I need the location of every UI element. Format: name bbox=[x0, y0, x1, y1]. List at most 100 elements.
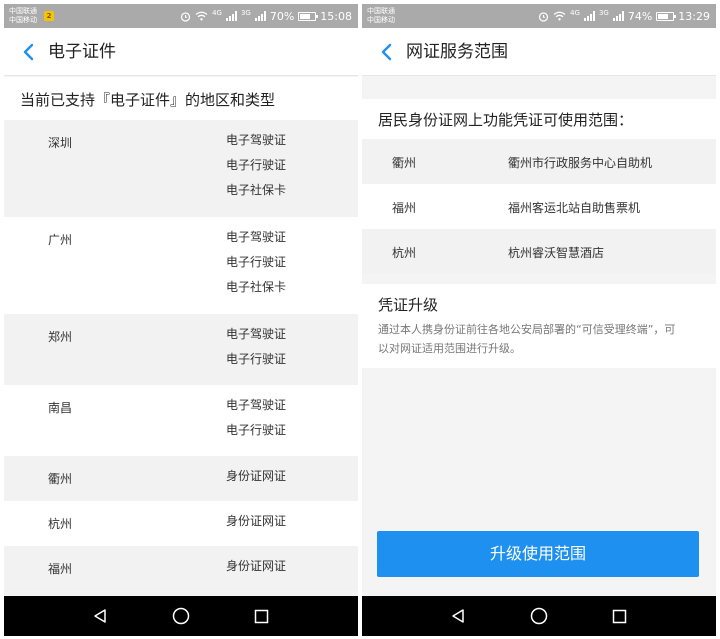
region-types: 身份证网证 bbox=[226, 560, 286, 585]
nav-home-button[interactable] bbox=[527, 604, 551, 628]
alarm-icon bbox=[180, 11, 191, 22]
page-title: 电子证件 bbox=[48, 42, 116, 62]
region-types: 电子驾驶证电子行驶证电子社保卡 bbox=[226, 134, 286, 209]
region-row: 广州 电子驾驶证 电子行驶证 电子社保卡 bbox=[4, 217, 358, 314]
triangle-back-icon bbox=[452, 609, 465, 623]
nav-recent-button[interactable] bbox=[250, 604, 274, 628]
region-list: 深圳 电子驾驶证 电子行驶证 电子社保卡 广州 电子驾驶证 电子行驶证 电子社保卡 郑州 电子驾驶… bbox=[4, 120, 358, 591]
scope-city: 福州 bbox=[392, 201, 417, 215]
signal-icon bbox=[254, 11, 266, 21]
document-type: 电子行驶证 bbox=[226, 352, 287, 366]
carrier-2: 中国移动 bbox=[367, 16, 395, 24]
section-header: 当前已支持『电子证件』的地区和类型 bbox=[4, 77, 358, 120]
scope-list: 衢州 衢州市行政服务中心自助机福州 福州客运北站自助售票机杭州 杭州睿沃智慧酒店 bbox=[362, 139, 716, 274]
back-button[interactable] bbox=[374, 40, 398, 64]
divider bbox=[362, 77, 716, 99]
nav-recent-button[interactable] bbox=[608, 604, 632, 628]
upgrade-description: 通过本人携身份证前往各地公安局部署的“可信受理终端”，可以对网证适用范围进行升级… bbox=[378, 323, 676, 355]
triangle-back-icon bbox=[94, 609, 107, 623]
scope-city: 衢州 bbox=[392, 156, 417, 170]
status-bar: 中国联通 中国移动 2 4G 3G 70% 15:08 bbox=[4, 4, 358, 28]
region-city: 福州 bbox=[48, 562, 73, 576]
document-type: 电子行驶证 bbox=[226, 158, 287, 172]
battery-icon bbox=[298, 11, 319, 21]
network-label-1: 4G bbox=[212, 9, 222, 17]
scope-place: 衢州市行政服务中心自助机 bbox=[508, 156, 653, 170]
region-city: 杭州 bbox=[48, 517, 73, 531]
battery-icon bbox=[656, 11, 677, 21]
region-row: 衢州 身份证网证 bbox=[4, 456, 358, 501]
region-city: 广州 bbox=[48, 233, 73, 247]
navigation-bar bbox=[4, 596, 358, 636]
circle-home-icon bbox=[530, 607, 548, 625]
region-row: 杭州 身份证网证 bbox=[4, 501, 358, 546]
wifi-icon bbox=[195, 11, 208, 21]
chevron-left-icon bbox=[381, 43, 392, 61]
wifi-icon bbox=[553, 11, 566, 21]
region-types: 电子驾驶证电子行驶证 bbox=[226, 328, 286, 378]
scope-place: 杭州睿沃智慧酒店 bbox=[508, 246, 605, 260]
title-bar: 网证服务范围 bbox=[362, 28, 716, 76]
document-type: 电子行驶证 bbox=[226, 255, 287, 269]
network-label-1: 4G bbox=[570, 9, 580, 17]
upgrade-section: 凭证升级 通过本人携身份证前往各地公安局部署的“可信受理终端”，可以对网证适用范… bbox=[362, 284, 716, 368]
circle-home-icon bbox=[172, 607, 190, 625]
region-city: 郑州 bbox=[48, 330, 73, 344]
document-type: 身份证网证 bbox=[226, 559, 287, 573]
carrier-2: 中国移动 bbox=[9, 16, 37, 24]
region-types: 电子驾驶证电子行驶证 bbox=[226, 399, 286, 449]
status-indicators: 4G 3G 74% 13:29 bbox=[538, 4, 710, 28]
chevron-left-icon bbox=[23, 43, 34, 61]
signal-icon bbox=[583, 11, 595, 21]
navigation-bar bbox=[362, 596, 716, 636]
region-city: 深圳 bbox=[48, 136, 73, 150]
region-city: 衢州 bbox=[48, 472, 73, 486]
status-indicators: 4G 3G 70% 15:08 bbox=[180, 4, 352, 28]
status-time: 13:29 bbox=[678, 9, 710, 23]
section-title: 当前已支持『电子证件』的地区和类型 bbox=[20, 91, 276, 109]
document-type: 电子社保卡 bbox=[226, 280, 287, 294]
region-row: 深圳 电子驾驶证电子行驶证电子社保卡 bbox=[4, 120, 358, 217]
back-button[interactable] bbox=[16, 40, 40, 64]
upgrade-scope-button[interactable]: 升级使用范围 bbox=[377, 531, 699, 577]
left-phone-screen: 中国联通 中国移动 2 4G 3G 70% 15:08 电子证件 当前已支持『电… bbox=[4, 4, 358, 636]
region-row: 郑州 电子驾驶证电子行驶证 bbox=[4, 314, 358, 385]
document-type: 身份证网证 bbox=[226, 514, 287, 528]
region-types: 身份证网证 bbox=[226, 470, 286, 495]
sim-badge-icon: 2 bbox=[44, 11, 54, 21]
nav-back-button[interactable] bbox=[446, 604, 470, 628]
document-type: 电子行驶证 bbox=[226, 423, 287, 437]
right-phone-screen: 中国联通 中国移动 4G 3G 74% 13:29 网证服务范围 居民身份证网上… bbox=[362, 4, 716, 636]
scope-place: 福州客运北站自助售票机 bbox=[508, 201, 641, 215]
battery-percent: 74% bbox=[627, 9, 653, 23]
carrier-1: 中国联通 bbox=[9, 7, 37, 15]
page-title: 网证服务范围 bbox=[406, 42, 508, 62]
square-recent-icon bbox=[612, 609, 627, 623]
document-type: 身份证网证 bbox=[226, 469, 287, 483]
carrier-info: 中国联通 中国移动 bbox=[9, 7, 37, 25]
region-row: 南昌 电子驾驶证电子行驶证 bbox=[4, 385, 358, 456]
signal-icon bbox=[612, 11, 624, 21]
scope-row: 衢州 衢州市行政服务中心自助机 bbox=[362, 139, 716, 184]
scope-row: 杭州 杭州睿沃智慧酒店 bbox=[362, 229, 716, 274]
region-city: 南昌 bbox=[48, 401, 73, 415]
region-row: 福州 身份证网证 bbox=[4, 546, 358, 591]
battery-percent: 70% bbox=[269, 9, 295, 23]
carrier-info: 中国联通 中国移动 bbox=[367, 7, 395, 25]
scope-header: 居民身份证网上功能凭证可使用范围： bbox=[362, 99, 716, 139]
document-type: 电子驾驶证 bbox=[226, 133, 287, 147]
document-type: 电子驾驶证 bbox=[226, 398, 287, 412]
region-types: 电子驾驶证 电子行驶证 电子社保卡 bbox=[226, 231, 286, 306]
status-bar: 中国联通 中国移动 4G 3G 74% 13:29 bbox=[362, 4, 716, 28]
nav-back-button[interactable] bbox=[88, 604, 112, 628]
carrier-1: 中国联通 bbox=[367, 7, 395, 15]
title-bar: 电子证件 bbox=[4, 28, 358, 76]
scope-title: 居民身份证网上功能凭证可使用范围： bbox=[378, 111, 634, 129]
upgrade-title: 凭证升级 bbox=[378, 296, 439, 314]
signal-icon bbox=[225, 11, 237, 21]
document-type: 电子社保卡 bbox=[226, 183, 287, 197]
scope-row: 福州 福州客运北站自助售票机 bbox=[362, 184, 716, 229]
document-type: 电子驾驶证 bbox=[226, 327, 287, 341]
nav-home-button[interactable] bbox=[169, 604, 193, 628]
scope-city: 杭州 bbox=[392, 246, 417, 260]
